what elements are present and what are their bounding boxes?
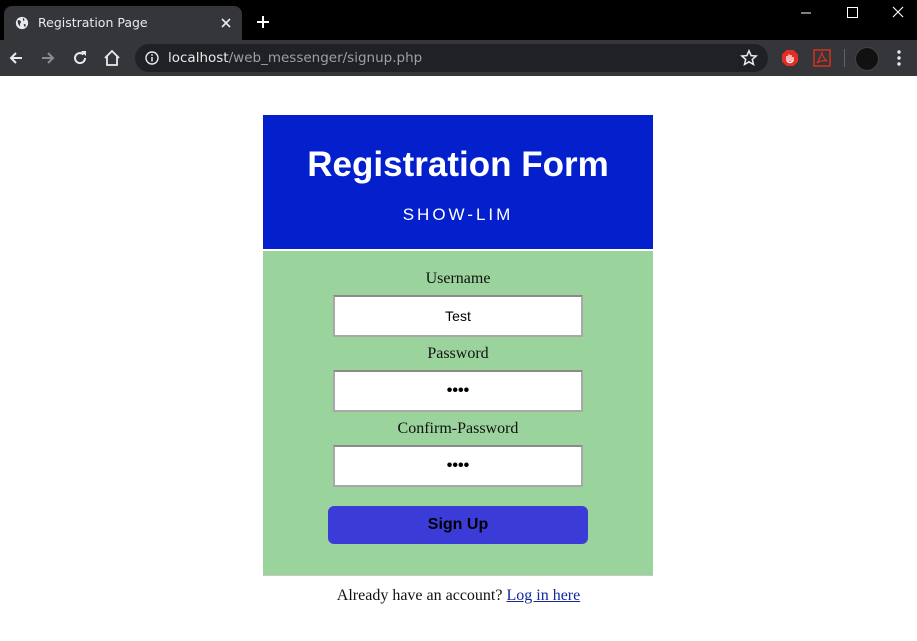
- window-close-icon[interactable]: [888, 4, 908, 22]
- forward-arrow-icon[interactable]: [39, 49, 57, 67]
- login-link[interactable]: Log in here: [506, 587, 580, 604]
- registration-card: Registration Form SHOW-LIM Username Test…: [263, 115, 653, 576]
- username-label: Username: [425, 270, 491, 287]
- browser-titlebar: Registration Page: [0, 0, 917, 40]
- url-path: /web_messenger/signup.php: [228, 50, 423, 66]
- sign-up-button[interactable]: Sign Up: [328, 506, 588, 544]
- toolbar-separator: [844, 49, 845, 67]
- maximize-icon[interactable]: [842, 4, 862, 22]
- reload-icon[interactable]: [71, 49, 89, 67]
- more-menu-icon[interactable]: [891, 49, 907, 67]
- bookmark-star-icon[interactable]: [740, 49, 758, 67]
- browser-toolbar: localhost/web_messenger/signup.php: [0, 40, 917, 76]
- info-icon[interactable]: [145, 51, 159, 65]
- browser-tab[interactable]: Registration Page: [4, 6, 242, 40]
- registration-form: Username Test Password •••• Confirm-Pass…: [263, 251, 653, 576]
- card-header: Registration Form SHOW-LIM: [263, 115, 653, 249]
- new-tab-icon[interactable]: [255, 14, 271, 30]
- close-icon[interactable]: [218, 15, 234, 31]
- url-text[interactable]: localhost/web_messenger/signup.php: [168, 50, 422, 66]
- profile-avatar[interactable]: [855, 47, 879, 71]
- minimize-icon[interactable]: [796, 4, 816, 22]
- username-input[interactable]: Test: [333, 295, 583, 337]
- address-bar[interactable]: localhost/web_messenger/signup.php: [135, 44, 768, 72]
- url-host: localhost: [168, 50, 229, 66]
- password-input[interactable]: ••••: [333, 370, 583, 412]
- page-subtitle: SHOW-LIM: [402, 205, 514, 224]
- adblock-extension-icon[interactable]: [781, 49, 799, 67]
- login-prompt: Already have an account? Log in here: [0, 587, 917, 605]
- pdf-extension-icon[interactable]: [813, 49, 831, 67]
- confirm-password-label: Confirm-Password: [397, 420, 519, 437]
- login-prompt-text: Already have an account?: [336, 587, 503, 604]
- tab-title: Registration Page: [38, 15, 148, 30]
- page-title: Registration Form: [307, 145, 609, 184]
- home-icon[interactable]: [103, 49, 121, 67]
- password-label: Password: [427, 345, 489, 362]
- globe-icon: [15, 16, 29, 30]
- back-arrow-icon[interactable]: [7, 49, 25, 67]
- confirm-password-input[interactable]: ••••: [333, 445, 583, 487]
